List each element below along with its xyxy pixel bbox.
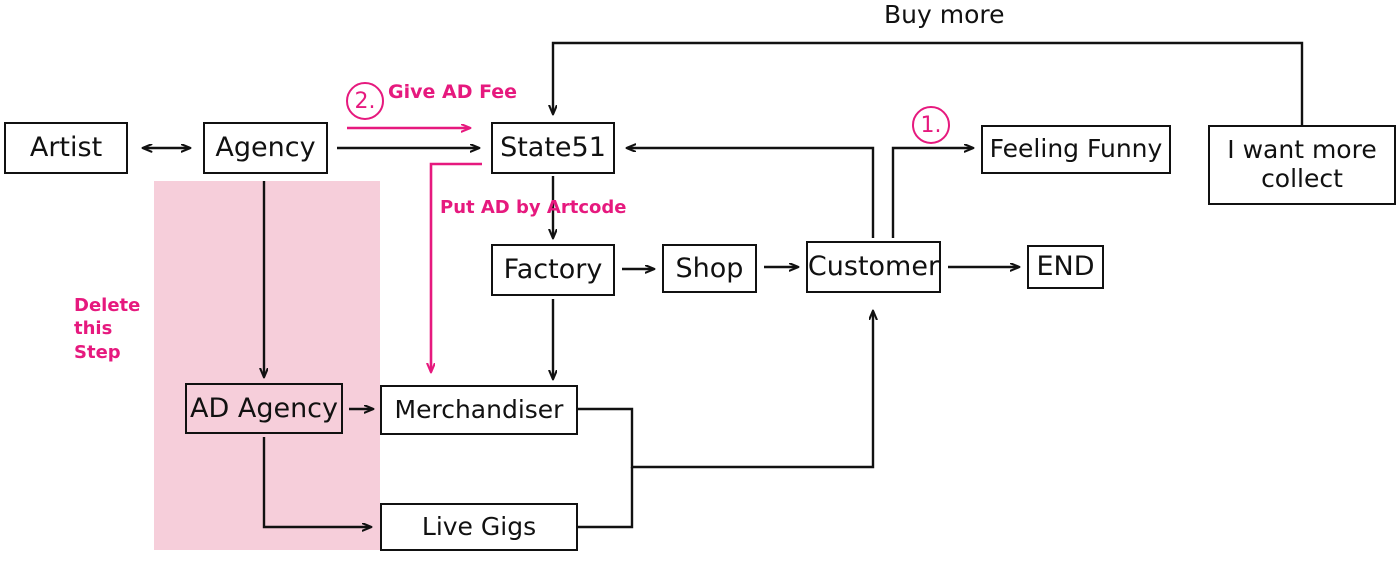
- node-state51[interactable]: State51: [491, 122, 615, 174]
- marker-two: 2.: [346, 82, 384, 120]
- edge-livegigs-customer: [578, 467, 634, 529]
- node-customer[interactable]: Customer: [806, 241, 941, 293]
- node-shop[interactable]: Shop: [662, 244, 757, 293]
- edge-adagency-livegigs: [262, 437, 371, 527]
- node-feeling[interactable]: Feeling Funny: [981, 125, 1171, 174]
- edge-merch-customer: [578, 311, 873, 469]
- node-factory[interactable]: Factory: [491, 244, 615, 296]
- node-agency[interactable]: Agency: [203, 122, 328, 174]
- edge-customer-state51: [627, 148, 875, 238]
- node-iwant[interactable]: I want more collect: [1208, 125, 1396, 205]
- node-end[interactable]: END: [1027, 245, 1104, 289]
- annotation-delete-step: Delete this Step: [74, 295, 141, 363]
- node-adagency[interactable]: AD Agency: [185, 383, 343, 434]
- annotation-step2: Give AD Fee: [388, 81, 518, 103]
- node-artist[interactable]: Artist: [4, 122, 128, 174]
- marker-one: 1.: [912, 106, 950, 144]
- annotation-put-ad: Put AD by Artcode: [440, 197, 627, 218]
- node-merch[interactable]: Merchandiser: [380, 385, 578, 435]
- edge-customer-feeling: [891, 148, 973, 238]
- diagram-canvas: Buy more Artist Agency State51 Feeling Funn…: [0, 0, 1400, 566]
- buy-more-label: Buy more: [884, 0, 1005, 29]
- node-livegigs[interactable]: Live Gigs: [380, 503, 578, 551]
